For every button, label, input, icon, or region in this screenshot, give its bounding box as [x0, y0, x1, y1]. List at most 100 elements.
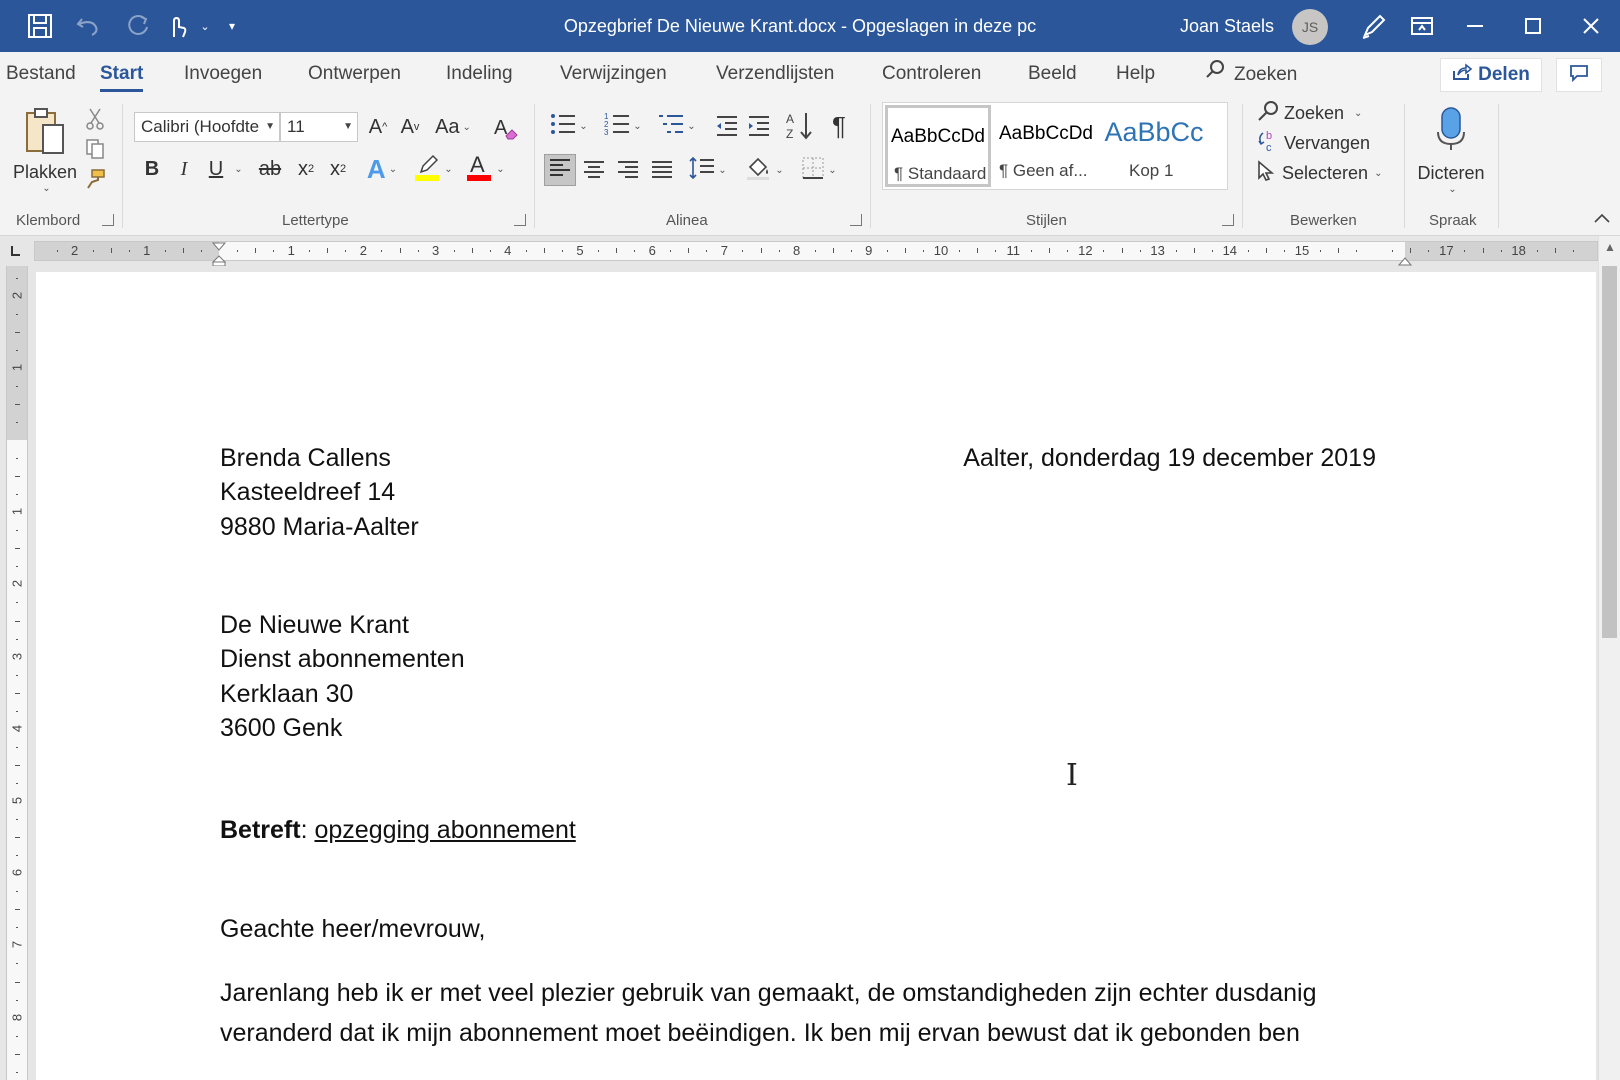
touch-mode-dropdown-icon[interactable]: ⌄	[196, 0, 214, 52]
font-name-select[interactable]: Calibri (Hoofdte ▼	[134, 112, 280, 142]
vertical-scrollbar[interactable]: ▲	[1598, 236, 1620, 1080]
superscript-button[interactable]: x2	[324, 154, 352, 184]
date-line[interactable]: Aalter, donderdag 19 december 2019	[963, 444, 1376, 473]
ribbon: Plakken ⌄ Klembord Calibri (Hoofdte ▼ 11 ▼…	[0, 98, 1620, 236]
shading-button[interactable]: ⌄	[742, 154, 788, 186]
tab-help[interactable]: Help	[1116, 52, 1155, 98]
minimize-button[interactable]	[1448, 0, 1502, 52]
close-button[interactable]	[1564, 0, 1618, 52]
recipient-department[interactable]: Dienst abonnementen	[220, 645, 465, 674]
tab-controleren[interactable]: Controleren	[882, 52, 981, 98]
line-spacing-button[interactable]: ⌄	[686, 154, 730, 186]
salutation[interactable]: Geachte heer/mevrouw,	[220, 915, 485, 944]
underline-dropdown-icon[interactable]: ⌄	[230, 154, 244, 184]
recipient-name[interactable]: De Nieuwe Krant	[220, 611, 409, 640]
tab-start[interactable]: Start	[100, 52, 144, 98]
ruler-tick	[453, 250, 455, 252]
document-page[interactable]: Brenda Callens Kasteeldreef 14 9880 Mari…	[36, 272, 1596, 1080]
bold-button[interactable]: B	[138, 154, 166, 184]
vertical-ruler[interactable]: 2 1 1 2 3 4 5 6 7 8	[0, 266, 34, 1080]
redo-icon[interactable]	[120, 0, 156, 52]
style-kop-1[interactable]: AaBbCc Kop 1	[1101, 105, 1207, 187]
sender-street[interactable]: Kasteeldreef 14	[220, 478, 395, 507]
sender-name[interactable]: Brenda Callens	[220, 444, 391, 473]
tab-invoegen[interactable]: Invoegen	[184, 52, 262, 98]
format-painter-icon[interactable]	[82, 166, 108, 192]
document-area[interactable]: Brenda Callens Kasteeldreef 14 9880 Mari…	[34, 266, 1598, 1080]
replace-button[interactable]: bc Vervangen	[1256, 128, 1370, 158]
scrollbar-thumb[interactable]	[1602, 266, 1617, 638]
find-button[interactable]: Zoeken ⌄	[1256, 98, 1362, 128]
ruler-number: 3	[431, 243, 440, 258]
paste-dropdown-icon[interactable]: ⌄	[42, 183, 50, 194]
ruler-tick	[742, 250, 744, 252]
tab-stop-selector[interactable]	[8, 244, 24, 260]
subject-line[interactable]: Betreft: opzegging abonnement	[220, 816, 576, 845]
select-button[interactable]: Selecteren ⌄	[1256, 158, 1382, 188]
tab-beeld[interactable]: Beeld	[1028, 52, 1077, 98]
font-color-button[interactable]: A ⌄	[462, 152, 508, 186]
cut-icon[interactable]	[82, 106, 108, 132]
change-case-button[interactable]: Aa ⌄	[432, 112, 474, 142]
align-center-icon[interactable]	[578, 154, 610, 186]
clear-formatting-icon[interactable]: A	[490, 112, 520, 142]
ruler-track: 2 1 1 2 3 4 5 6 7 8 9 10 11 12 13 14 15 17 18	[34, 241, 1598, 267]
copy-icon[interactable]	[82, 136, 108, 162]
customize-toolbar-icon[interactable]: ▾	[222, 0, 242, 52]
share-button[interactable]: Delen	[1440, 58, 1542, 92]
paragraph-launcher-icon[interactable]	[850, 214, 862, 226]
highlight-color-button[interactable]: ⌄	[410, 152, 456, 186]
tab-verzendlijsten[interactable]: Verzendlijsten	[716, 52, 834, 98]
horizontal-ruler[interactable]: 2 1 1 2 3 4 5 6 7 8 9 10 11 12 13 14 15 17 18	[0, 236, 1620, 267]
numbering-button[interactable]: 1 2 3 ⌄	[600, 110, 646, 142]
dictate-button[interactable]: Dicteren ⌄	[1410, 102, 1492, 198]
grow-font-button[interactable]: A ^	[364, 112, 392, 142]
borders-button[interactable]: ⌄	[796, 154, 842, 186]
pen-icon[interactable]	[1352, 0, 1396, 52]
font-launcher-icon[interactable]	[514, 214, 526, 226]
style-geen-afstand[interactable]: AaBbCcDd ¶ Geen af...	[993, 105, 1099, 187]
avatar[interactable]: JS	[1292, 9, 1328, 45]
styles-launcher-icon[interactable]	[1222, 214, 1234, 226]
paste-button[interactable]: Plakken ⌄	[10, 102, 80, 198]
bullets-button[interactable]: ⌄	[546, 110, 592, 142]
shrink-font-button[interactable]: Av	[396, 112, 424, 142]
scroll-up-icon[interactable]: ▲	[1599, 240, 1620, 258]
subscript-button[interactable]: x2	[292, 154, 320, 184]
touch-mode-icon[interactable]	[162, 0, 192, 52]
body-line[interactable]: Jarenlang heb ik er met veel plezier geb…	[220, 979, 1317, 1008]
decrease-indent-icon[interactable]	[712, 110, 742, 142]
show-formatting-marks-button[interactable]: ¶	[824, 110, 854, 142]
collapse-ribbon-icon[interactable]	[1590, 208, 1614, 228]
tell-me-search[interactable]: Zoeken	[1204, 52, 1297, 98]
dictate-dropdown-icon[interactable]: ⌄	[1448, 184, 1456, 195]
sort-icon[interactable]: AZ	[784, 110, 816, 142]
ribbon-display-options-icon[interactable]	[1400, 0, 1444, 52]
tab-verwijzingen[interactable]: Verwijzingen	[560, 52, 667, 98]
clipboard-launcher-icon[interactable]	[102, 214, 114, 226]
ruler-tick	[1049, 248, 1051, 253]
undo-icon[interactable]	[66, 0, 112, 52]
tab-ontwerpen[interactable]: Ontwerpen	[308, 52, 401, 98]
strikethrough-button[interactable]: ab	[254, 154, 286, 184]
recipient-city[interactable]: 3600 Genk	[220, 714, 342, 743]
multilevel-list-button[interactable]: ⌄	[654, 110, 700, 142]
body-line[interactable]: veranderd dat ik mijn abonnement moet be…	[220, 1019, 1300, 1048]
align-left-button[interactable]	[544, 154, 576, 186]
maximize-button[interactable]	[1506, 0, 1560, 52]
style-standaard[interactable]: AaBbCcDd ¶ Standaard	[885, 105, 991, 187]
underline-button[interactable]: U	[202, 154, 230, 184]
save-icon[interactable]	[22, 0, 58, 52]
align-right-icon[interactable]	[612, 154, 644, 186]
sender-city[interactable]: 9880 Maria-Aalter	[220, 513, 419, 542]
user-name[interactable]: Joan Staels	[1180, 0, 1274, 52]
tab-bestand[interactable]: Bestand	[6, 52, 76, 98]
italic-button[interactable]: I	[170, 154, 198, 184]
tab-indeling[interactable]: Indeling	[446, 52, 513, 98]
comments-button[interactable]	[1556, 58, 1602, 92]
text-effects-button[interactable]: A ⌄	[362, 154, 402, 184]
recipient-street[interactable]: Kerklaan 30	[220, 680, 353, 709]
increase-indent-icon[interactable]	[744, 110, 774, 142]
justify-icon[interactable]	[646, 154, 678, 186]
font-size-select[interactable]: 11 ▼	[280, 112, 358, 142]
